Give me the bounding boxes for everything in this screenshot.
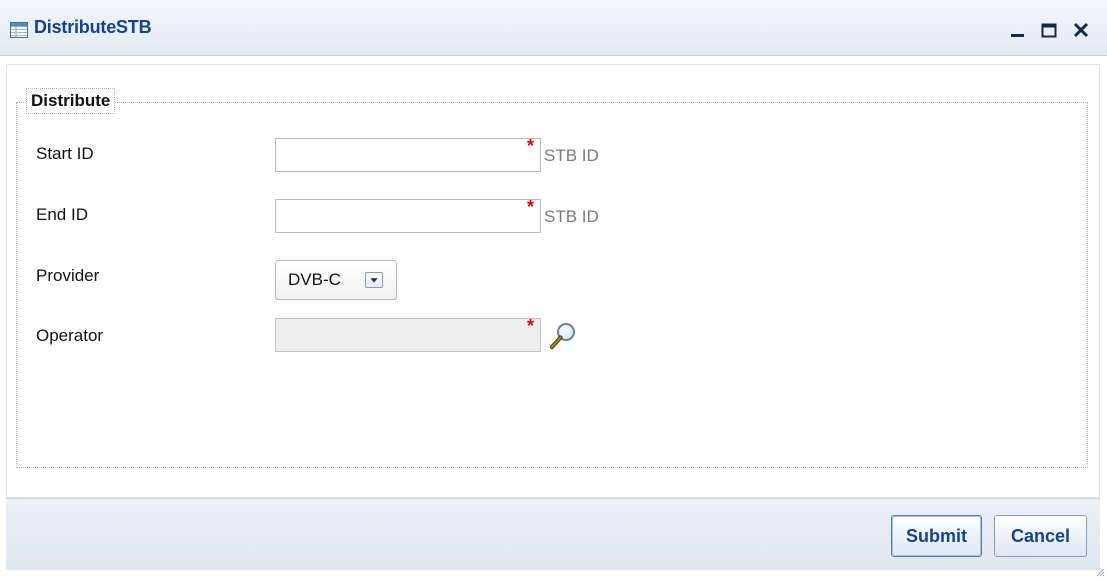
- minimize-icon[interactable]: [1008, 20, 1028, 40]
- provider-select[interactable]: DVB-C: [275, 260, 397, 300]
- operator-required-marker: *: [527, 316, 535, 336]
- window-title: DistributeSTB: [34, 17, 152, 37]
- start-id-required-marker: *: [527, 136, 535, 156]
- submit-button[interactable]: Submit: [891, 515, 982, 557]
- start-id-input[interactable]: [275, 138, 541, 172]
- end-id-hint: STB ID: [544, 207, 599, 226]
- provider-selected-value: DVB-C: [288, 270, 341, 289]
- operator-input[interactable]: [275, 318, 541, 352]
- operator-label: Operator: [36, 326, 104, 345]
- start-id-hint: STB ID: [544, 146, 599, 165]
- end-id-input[interactable]: [275, 199, 541, 233]
- provider-label: Provider: [36, 266, 100, 285]
- distribute-stb-window: DistributeSTB Distribute Start ID * STB …: [0, 0, 1107, 579]
- maximize-icon[interactable]: [1039, 20, 1059, 40]
- window-titlebar[interactable]: DistributeSTB: [0, 0, 1107, 56]
- fieldset-legend: Distribute: [26, 88, 116, 114]
- table-icon: [10, 22, 28, 38]
- magnifier-icon[interactable]: [548, 320, 578, 352]
- close-icon[interactable]: [1071, 20, 1091, 40]
- chevron-down-icon[interactable]: [365, 272, 383, 288]
- end-id-required-marker: *: [527, 197, 535, 217]
- start-id-label: Start ID: [36, 144, 94, 163]
- cancel-button[interactable]: Cancel: [994, 515, 1087, 557]
- resize-grip-icon[interactable]: [1095, 567, 1105, 577]
- end-id-label: End ID: [36, 205, 88, 224]
